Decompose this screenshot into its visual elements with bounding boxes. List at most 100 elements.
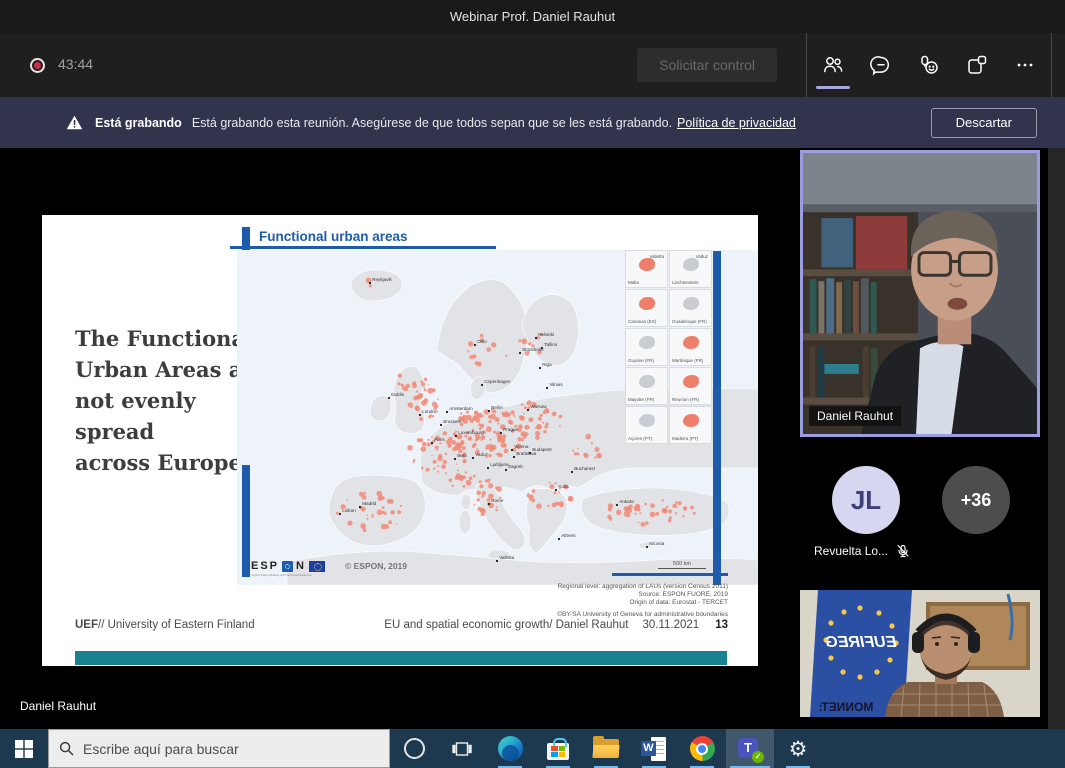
dismiss-button[interactable]: Descartar <box>931 108 1037 138</box>
breakout-rooms-icon <box>965 53 989 77</box>
speaker-webcam-image <box>803 153 1037 434</box>
svg-text:Tallinn: Tallinn <box>544 342 557 347</box>
svg-text:Rome: Rome <box>491 498 504 503</box>
map-inset: VallettaMalta <box>625 250 668 288</box>
mic-muted-icon <box>896 544 910 558</box>
slide-bottom-bar <box>75 651 727 665</box>
participants-icon <box>821 53 845 77</box>
svg-text:Vaduz: Vaduz <box>475 452 488 457</box>
search-icon <box>59 741 74 756</box>
settings-taskbar-button[interactable]: ⚙ <box>774 729 822 768</box>
participants-button[interactable] <box>809 33 857 97</box>
svg-text:Amsterdam: Amsterdam <box>449 406 473 411</box>
word-icon: W <box>641 737 667 761</box>
warning-icon <box>66 115 83 130</box>
footer-course-title: EU and spatial economic growth/ Daniel R… <box>384 619 628 631</box>
window-edge <box>1048 148 1065 729</box>
windows-logo-icon <box>15 740 33 758</box>
more-options-button[interactable] <box>1001 33 1049 97</box>
attendee-video-tile[interactable]: EUFIREG MONNET: <box>800 590 1040 717</box>
map-inset: Guadeloupe (FR) <box>669 289 712 327</box>
chrome-taskbar-button[interactable] <box>678 729 726 768</box>
file-explorer-taskbar-button[interactable] <box>582 729 630 768</box>
teams-meeting-window: Webinar Prof. Daniel Rauhut 43:44 Solici… <box>0 0 1065 768</box>
license-line: ©BY-SA University of Geneva for administ… <box>557 611 728 619</box>
map-accent-bar-right <box>713 251 721 585</box>
svg-text:Berlin: Berlin <box>491 405 503 410</box>
search-placeholder: Escribe aquí para buscar <box>83 741 239 757</box>
map-inset: Açores (PT) <box>625 406 668 444</box>
svg-text:Vilnius: Vilnius <box>549 382 563 387</box>
speaker-video-tile[interactable]: Daniel Rauhut <box>800 150 1040 437</box>
svg-text:Sofia: Sofia <box>558 484 569 489</box>
espon-logo-square <box>282 561 293 572</box>
request-control-button[interactable]: Solicitar control <box>637 48 777 82</box>
word-taskbar-button[interactable]: W <box>630 729 678 768</box>
footer-page-number: 13 <box>715 619 728 631</box>
svg-text:Lisbon: Lisbon <box>342 508 356 513</box>
footer-date: 30.11.2021 <box>643 619 700 631</box>
map-inset: VaduzLiechtenstein <box>669 250 712 288</box>
overflow-participants-badge[interactable]: +36 <box>942 466 1010 534</box>
cortana-icon <box>404 738 425 759</box>
map-insets: VallettaMaltaVaduzLiechtensteinCanarias … <box>625 250 713 444</box>
eu-flag-icon <box>309 561 325 572</box>
map-inset: Canarias (ES) <box>625 289 668 327</box>
start-button[interactable] <box>0 729 48 768</box>
meeting-toolbar: 43:44 Solicitar control <box>0 33 1065 97</box>
europe-fua-map: ReykjavikOsloStockholmHelsinkiTallinnRig… <box>237 250 758 585</box>
recording-indicator-icon <box>30 58 45 73</box>
store-taskbar-button[interactable] <box>534 729 582 768</box>
cortana-button[interactable] <box>390 729 438 768</box>
slide-accent-bar-bottom <box>242 465 250 577</box>
svg-text:Riga: Riga <box>542 362 552 367</box>
svg-text:Madrid: Madrid <box>362 501 376 506</box>
attribution-line: Origin of data: Eurostat - TERCET <box>557 599 728 607</box>
edge-icon <box>498 736 523 761</box>
window-title: Webinar Prof. Daniel Rauhut <box>450 9 615 24</box>
svg-text:Prague: Prague <box>503 427 518 432</box>
svg-text:Bern: Bern <box>457 453 467 458</box>
svg-text:Stockholm: Stockholm <box>522 347 544 352</box>
breakout-rooms-button[interactable] <box>953 33 1001 97</box>
chat-button[interactable] <box>857 33 905 97</box>
svg-text:Bucharest: Bucharest <box>574 466 595 471</box>
task-view-button[interactable] <box>438 729 486 768</box>
svg-text:Brussels: Brussels <box>443 419 461 424</box>
chat-icon <box>869 53 893 77</box>
edge-taskbar-button[interactable] <box>486 729 534 768</box>
svg-text:Helsinki: Helsinki <box>538 332 554 337</box>
espon-text-right: N <box>296 560 306 572</box>
svg-text:Luxembourg: Luxembourg <box>458 430 484 435</box>
meeting-timer: 43:44 <box>58 56 93 72</box>
settings-gear-icon: ⚙ <box>789 737 808 761</box>
toolbar-icon-group <box>806 33 1052 97</box>
svg-text:Copenhagen: Copenhagen <box>484 379 511 384</box>
recording-banner: Está grabando Está grabando esta reunión… <box>0 97 1065 148</box>
teams-taskbar-button[interactable]: T✓ <box>726 729 774 768</box>
svg-text:Dublin: Dublin <box>391 392 404 397</box>
attribution-line: Regional level: aggregation of LAUs (ver… <box>557 583 728 591</box>
map-bottom-rule <box>612 573 728 576</box>
map-title-rule <box>230 246 496 249</box>
map-inset: Madeira (PT) <box>669 406 712 444</box>
svg-text:Zagreb: Zagreb <box>508 464 523 469</box>
taskbar-search-input[interactable]: Escribe aquí para buscar <box>48 729 390 768</box>
privacy-policy-link[interactable]: Política de privacidad <box>677 116 796 130</box>
participants-rail: Daniel Rauhut JL +36 Revuelta Lo... <box>800 148 1040 729</box>
svg-text:Paris: Paris <box>434 437 445 442</box>
map-inset: Réunion (FR) <box>669 367 712 405</box>
participant-name: Revuelta Lo... <box>814 544 888 558</box>
svg-text:Valletta: Valletta <box>499 555 514 560</box>
folder-icon <box>593 739 619 758</box>
windows-taskbar: Escribe aquí para buscar W T✓ ⚙ <box>0 729 1065 768</box>
avatar[interactable]: JL <box>832 466 900 534</box>
footer-uef: UEF <box>75 619 98 631</box>
scale-label: 500 km <box>658 561 706 567</box>
reactions-button[interactable] <box>905 33 953 97</box>
speaker-name-tag: Daniel Rauhut <box>809 406 901 426</box>
shared-presentation-slide: The Functional Urban Areas are not evenl… <box>42 215 758 666</box>
map-inset: Guyane (FR) <box>625 328 668 366</box>
svg-text:Oslo: Oslo <box>477 339 487 344</box>
teams-icon: T✓ <box>738 737 762 761</box>
